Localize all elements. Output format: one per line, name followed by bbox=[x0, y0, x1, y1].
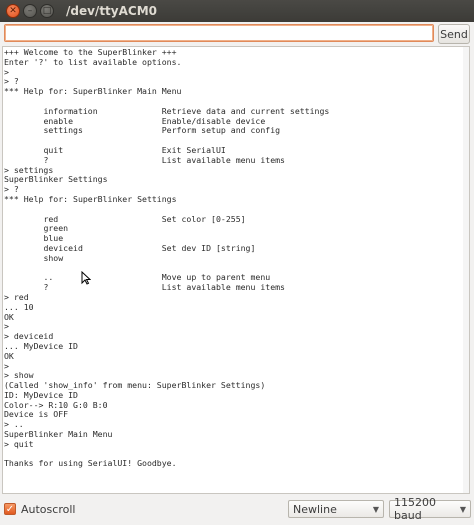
serial-output-text: +++ Welcome to the SuperBlinker +++ Ente… bbox=[4, 47, 330, 469]
chevron-down-icon: ▼ bbox=[372, 504, 379, 514]
window-title: /dev/ttyACM0 bbox=[66, 4, 157, 18]
line-ending-select[interactable]: Newline ▼ bbox=[288, 500, 384, 518]
baud-rate-value: 115200 baud bbox=[394, 496, 436, 522]
autoscroll-label: Autoscroll bbox=[21, 502, 76, 516]
window-controls: ✕ – □ bbox=[6, 4, 54, 18]
maximize-icon[interactable]: □ bbox=[40, 4, 54, 18]
footer-bar: ✓ Autoscroll Newline ▼ 115200 baud ▼ bbox=[0, 496, 474, 522]
chevron-down-icon: ▼ bbox=[459, 504, 466, 514]
autoscroll-toggle[interactable]: ✓ Autoscroll bbox=[4, 503, 75, 516]
send-button[interactable]: Send bbox=[438, 24, 470, 44]
output-scrollbar[interactable] bbox=[463, 47, 469, 493]
title-bar: ✕ – □ /dev/ttyACM0 bbox=[0, 0, 474, 22]
minimize-icon[interactable]: – bbox=[23, 4, 37, 18]
baud-rate-select[interactable]: 115200 baud ▼ bbox=[389, 496, 471, 522]
serial-input[interactable] bbox=[4, 24, 434, 42]
send-row: Send bbox=[4, 24, 470, 44]
serial-output[interactable]: +++ Welcome to the SuperBlinker +++ Ente… bbox=[2, 46, 470, 494]
autoscroll-checkbox[interactable]: ✓ bbox=[4, 503, 16, 515]
serial-monitor-window: ✕ – □ /dev/ttyACM0 Send +++ Welcome to t… bbox=[0, 0, 474, 525]
close-icon[interactable]: ✕ bbox=[6, 4, 20, 18]
mouse-cursor-icon bbox=[81, 271, 91, 285]
line-ending-value: Newline bbox=[293, 502, 337, 516]
